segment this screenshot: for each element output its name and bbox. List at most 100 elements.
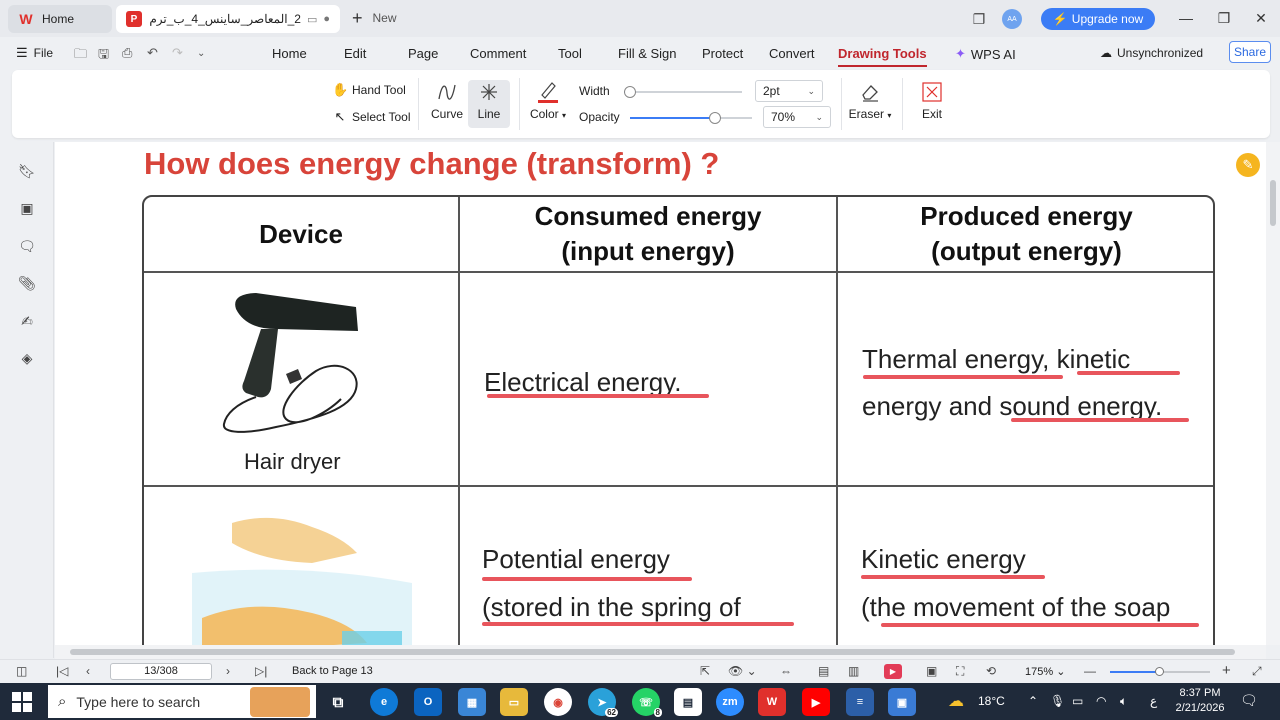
remote-app-icon[interactable]: ▣ — [888, 688, 916, 716]
vertical-scrollbar[interactable] — [1266, 142, 1280, 645]
single-page-icon[interactable]: ▤ — [818, 664, 829, 678]
zoom-in-icon[interactable]: + — [1222, 662, 1231, 679]
clock[interactable]: 8:37 PM 2/21/2026 — [1168, 686, 1232, 716]
zoom-slider[interactable] — [1110, 667, 1210, 676]
first-page-icon[interactable]: |◁ — [56, 664, 68, 678]
annotation-underline[interactable] — [1011, 418, 1189, 422]
zoom-level[interactable]: 175% ⌄ — [1025, 665, 1065, 678]
edge-icon[interactable]: e — [370, 688, 398, 716]
layers-icon[interactable]: ◈ — [18, 349, 36, 367]
redo-icon[interactable]: ↷ — [172, 45, 183, 61]
thumbnail-icon[interactable]: ▣ — [18, 199, 36, 217]
annotation-underline[interactable] — [487, 394, 709, 398]
tab-home[interactable]: W Home — [8, 5, 112, 33]
annotation-underline[interactable] — [482, 577, 692, 581]
bookmark-icon[interactable]: 🔖︎ — [18, 162, 36, 180]
reading-mode-icon[interactable]: ▣ — [926, 664, 937, 678]
file-menu[interactable]: ☰ File — [16, 45, 53, 61]
annotation-pen-icon[interactable]: ✎ — [1236, 153, 1260, 177]
menu-tool[interactable]: Tool — [558, 46, 582, 61]
print-icon[interactable]: ⎙ — [122, 45, 132, 61]
windows-start-icon[interactable] — [12, 692, 32, 712]
line-tool-button[interactable]: Line — [468, 80, 510, 128]
width-dropdown[interactable]: 2pt ⌄ — [755, 80, 823, 102]
chrome-icon[interactable]: ◉ — [544, 688, 572, 716]
share-button[interactable]: Share — [1229, 41, 1271, 63]
sidebar-toggle-icon[interactable]: ◫ — [16, 664, 27, 678]
menu-protect[interactable]: Protect — [702, 46, 743, 61]
opacity-slider[interactable] — [630, 112, 752, 124]
opacity-slider-knob[interactable] — [709, 112, 722, 124]
tab-document[interactable]: P 2_المعاصر_ساينس_4_ب_ترم_...ل ▭ ● — [116, 5, 340, 33]
new-tab-button[interactable]: + New — [352, 9, 397, 27]
width-slider-knob[interactable] — [623, 86, 636, 98]
rotate-icon[interactable]: ⟲ — [986, 664, 996, 678]
monitor-icon[interactable]: ▭ — [307, 13, 317, 26]
weather-icon[interactable]: ☁ — [948, 691, 964, 711]
menu-edit[interactable]: Edit — [344, 46, 366, 61]
avatar[interactable]: AA — [1002, 9, 1022, 29]
page-number-input[interactable]: 13/308 — [110, 663, 212, 680]
fullscreen-icon[interactable]: ⤢ — [1252, 664, 1262, 679]
opacity-dropdown[interactable]: 70% ⌄ — [763, 106, 831, 128]
color-button[interactable]: Color ▾ — [526, 80, 570, 128]
hand-tool-button[interactable]: ✋ Hand Tool — [332, 82, 406, 98]
task-view-icon[interactable]: ⧉ — [324, 688, 352, 716]
telegram-icon[interactable]: ➤ 62 — [588, 688, 618, 717]
minimize-button[interactable]: — — [1174, 8, 1198, 28]
annotation-underline[interactable] — [863, 375, 1063, 379]
window-layout-icon[interactable]: ❐ — [969, 9, 989, 29]
battery-icon[interactable]: ▭ — [1072, 694, 1083, 708]
annotation-underline[interactable] — [861, 575, 1045, 579]
whatsapp-icon[interactable]: ☏ 8 — [632, 688, 662, 717]
annotation-underline[interactable] — [1077, 371, 1180, 375]
two-page-icon[interactable]: ▥ — [848, 664, 859, 678]
document-page[interactable]: How does energy change (transform) ? Dev… — [55, 142, 1266, 645]
mic-icon[interactable]: 🎙︎ — [1050, 694, 1065, 708]
taskbar-search[interactable]: ⌕ Type here to search — [48, 685, 316, 718]
close-window-button[interactable]: ✕ — [1249, 8, 1273, 28]
eye-icon[interactable]: 👁︎ ⌄ — [728, 664, 757, 678]
notepad-icon[interactable]: ▤ — [674, 688, 702, 716]
width-slider[interactable] — [623, 86, 742, 98]
signature-icon[interactable]: ✍︎ — [18, 312, 36, 330]
fit-width-icon[interactable]: ⇔ — [780, 664, 792, 678]
undo-icon[interactable]: ↶ — [147, 45, 158, 61]
zoom-out-icon[interactable]: — — [1084, 664, 1096, 678]
menu-fill-sign[interactable]: Fill & Sign — [618, 46, 677, 61]
unsaved-dot-icon[interactable]: ● — [323, 13, 330, 25]
chevron-up-icon[interactable]: ⌃ — [1028, 694, 1038, 708]
eraser-button[interactable]: Eraser ▾ — [848, 80, 892, 128]
chevron-down-icon[interactable]: ⌄ — [197, 48, 205, 59]
comment-icon[interactable]: 🗨︎ — [18, 237, 36, 255]
horizontal-scrollbar[interactable] — [55, 645, 1266, 659]
open-folder-icon[interactable]: 🗀 — [74, 45, 87, 67]
menu-page[interactable]: Page — [408, 46, 438, 61]
network-icon[interactable]: ◠ — [1096, 694, 1106, 708]
last-page-icon[interactable]: ▷| — [255, 664, 267, 678]
annotation-underline[interactable] — [881, 623, 1199, 627]
exit-button[interactable]: Exit — [911, 80, 953, 128]
prev-page-icon[interactable]: ‹ — [86, 664, 90, 678]
wps-taskbar-icon[interactable]: W — [758, 688, 786, 716]
file-explorer-icon[interactable]: ▭ — [500, 688, 528, 716]
wps-ai-button[interactable]: ✦ WPS AI — [955, 46, 1016, 62]
attachment-icon[interactable]: 📎︎ — [18, 274, 36, 292]
upgrade-button[interactable]: ⚡ Upgrade now — [1041, 8, 1155, 30]
app-icon[interactable]: ≡ — [846, 688, 874, 716]
select-tool-button[interactable]: ↖ Select Tool — [332, 109, 411, 125]
store-icon[interactable]: ▦ — [458, 688, 486, 716]
menu-comment[interactable]: Comment — [470, 46, 526, 61]
export-icon[interactable]: ⇱ — [700, 664, 710, 678]
zoom-app-icon[interactable]: zm — [716, 688, 744, 716]
fit-page-icon[interactable]: ⛶ — [956, 664, 964, 679]
scroll-thumb[interactable] — [70, 649, 1235, 655]
notification-icon[interactable]: 🗨︎ — [1240, 692, 1258, 709]
youtube-icon[interactable]: ▶ — [802, 688, 830, 716]
zoom-slider-knob[interactable] — [1155, 667, 1164, 676]
save-icon[interactable]: 🖫 — [98, 45, 109, 67]
scroll-thumb[interactable] — [1270, 180, 1276, 226]
sync-status[interactable]: ☁ Unsynchronized — [1100, 46, 1203, 60]
menu-convert[interactable]: Convert — [769, 46, 815, 61]
menu-home[interactable]: Home — [272, 46, 307, 61]
